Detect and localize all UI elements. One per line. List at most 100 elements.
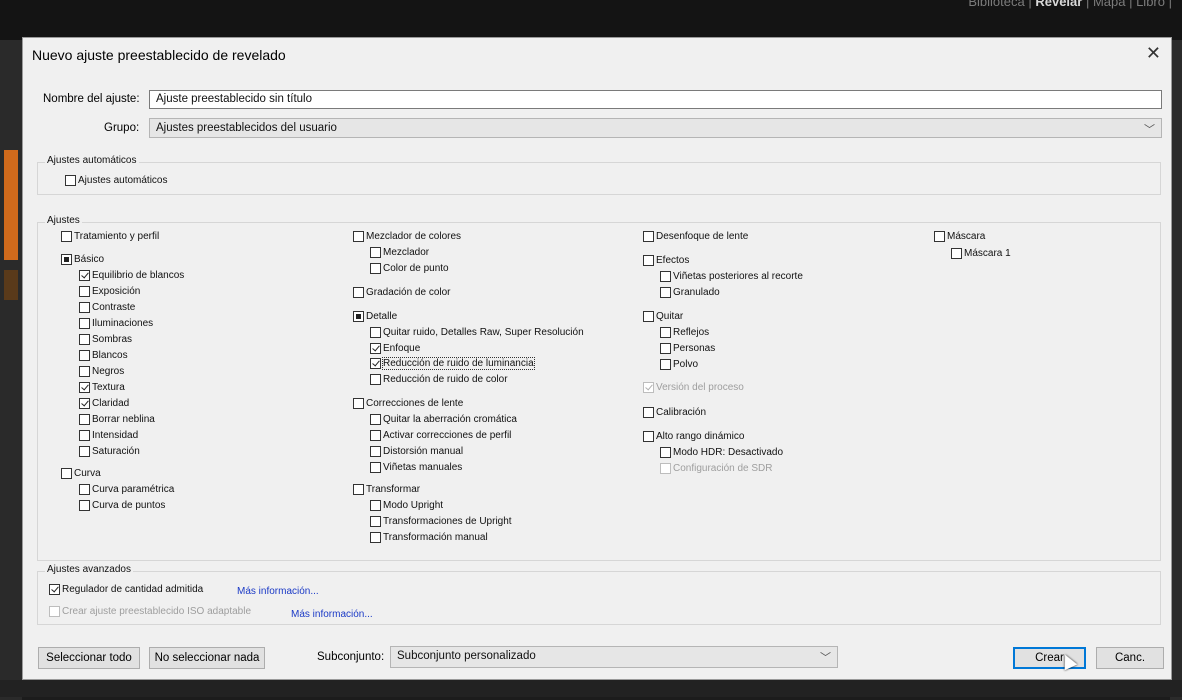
checkbox-box[interactable] xyxy=(370,247,381,258)
checkbox-grain[interactable]: Granulado xyxy=(660,287,720,298)
checkbox-amount-slider[interactable]: Regulador de cantidad admitida xyxy=(49,584,203,595)
checkbox-box[interactable] xyxy=(353,287,364,298)
checkbox-box[interactable] xyxy=(79,334,90,345)
checkbox-dust[interactable]: Polvo xyxy=(660,359,698,370)
checkbox-box[interactable] xyxy=(660,287,671,298)
checkbox-upright-mode[interactable]: Modo Upright xyxy=(370,500,443,511)
checkbox-box[interactable] xyxy=(370,500,381,511)
checkbox-box[interactable] xyxy=(643,255,654,266)
checkbox-box[interactable] xyxy=(660,343,671,354)
checkbox-white-balance[interactable]: Equilibrio de blancos xyxy=(79,270,184,281)
checkbox-chromatic-aberration[interactable]: Quitar la aberración cromática xyxy=(370,414,517,425)
checkbox-box[interactable] xyxy=(951,248,962,259)
checkbox-box[interactable] xyxy=(49,606,60,617)
checkbox-auto-settings[interactable]: Ajustes automáticos xyxy=(65,175,168,186)
checkbox-blacks[interactable]: Negros xyxy=(79,366,124,377)
checkbox-manual-vignetting[interactable]: Viñetas manuales xyxy=(370,462,462,473)
checkbox-box[interactable] xyxy=(79,398,90,409)
checkbox-mask-1[interactable]: Máscara 1 xyxy=(951,248,1011,259)
checkbox-box[interactable] xyxy=(370,263,381,274)
checkbox-whites[interactable]: Blancos xyxy=(79,350,128,361)
checkbox-box[interactable] xyxy=(370,430,381,441)
checkbox-profile-corrections[interactable]: Activar correcciones de perfil xyxy=(370,430,511,441)
checkbox-box[interactable] xyxy=(79,302,90,313)
checkbox-color-grading[interactable]: Gradación de color xyxy=(353,287,451,298)
select-none-button[interactable]: No seleccionar nada xyxy=(149,647,265,669)
cancel-button[interactable]: Canc. xyxy=(1096,647,1164,669)
checkbox-box[interactable] xyxy=(934,231,945,242)
checkbox-clarity[interactable]: Claridad xyxy=(79,398,129,409)
checkbox-texture[interactable]: Textura xyxy=(79,382,125,393)
checkbox-box[interactable] xyxy=(61,468,72,479)
checkbox-exposure[interactable]: Exposición xyxy=(79,286,140,297)
checkbox-lens-blur[interactable]: Desenfoque de lente xyxy=(643,231,748,242)
more-info-link-2[interactable]: Más información... xyxy=(291,609,373,620)
checkbox-box[interactable] xyxy=(79,446,90,457)
checkbox-dehaze[interactable]: Borrar neblina xyxy=(79,414,155,425)
checkbox-box[interactable] xyxy=(370,327,381,338)
checkbox-box[interactable] xyxy=(79,286,90,297)
checkbox-box[interactable] xyxy=(353,484,364,495)
checkbox-box[interactable] xyxy=(370,374,381,385)
checkbox-box[interactable] xyxy=(370,532,381,543)
checkbox-point-curve[interactable]: Curva de puntos xyxy=(79,500,165,511)
module-book[interactable]: Libro xyxy=(1136,0,1165,9)
checkbox-box[interactable] xyxy=(643,407,654,418)
checkbox-box[interactable] xyxy=(79,318,90,329)
checkbox-box[interactable] xyxy=(643,382,654,393)
checkbox-curve[interactable]: Curva xyxy=(61,468,101,479)
close-icon[interactable]: ✕ xyxy=(1146,43,1161,64)
checkbox-manual-transform[interactable]: Transformación manual xyxy=(370,532,488,543)
checkbox-highlights[interactable]: Iluminaciones xyxy=(79,318,153,329)
checkbox-parametric-curve[interactable]: Curva paramétrica xyxy=(79,484,174,495)
group-select[interactable]: Ajustes preestablecidos del usuario ﹀ xyxy=(149,118,1162,138)
checkbox-box[interactable] xyxy=(79,350,90,361)
checkbox-box[interactable] xyxy=(79,366,90,377)
module-develop[interactable]: Revelar xyxy=(1035,0,1082,9)
checkbox-box[interactable] xyxy=(370,516,381,527)
checkbox-effects[interactable]: Efectos xyxy=(643,255,689,266)
checkbox-box[interactable] xyxy=(61,254,72,265)
checkbox-box[interactable] xyxy=(660,359,671,370)
more-info-link-1[interactable]: Más información... xyxy=(237,586,319,597)
checkbox-box[interactable] xyxy=(660,463,671,474)
checkbox-lens-corrections[interactable]: Correcciones de lente xyxy=(353,398,463,409)
preset-name-input[interactable]: Ajuste preestablecido sin título xyxy=(149,90,1162,109)
checkbox-box[interactable] xyxy=(660,327,671,338)
checkbox-box[interactable] xyxy=(643,431,654,442)
checkbox-detail[interactable]: Detalle xyxy=(353,311,397,322)
checkbox-treatment-profile[interactable]: Tratamiento y perfil xyxy=(61,231,159,242)
checkbox-box[interactable] xyxy=(353,231,364,242)
checkbox-box[interactable] xyxy=(353,311,364,322)
checkbox-hdr[interactable]: Alto rango dinámico xyxy=(643,431,744,442)
checkbox-box[interactable] xyxy=(353,398,364,409)
checkbox-box[interactable] xyxy=(65,175,76,186)
select-all-button[interactable]: Seleccionar todo xyxy=(38,647,140,669)
module-library[interactable]: Biblioteca xyxy=(968,0,1024,9)
create-button[interactable]: Crear xyxy=(1013,647,1086,669)
checkbox-contrast[interactable]: Contraste xyxy=(79,302,135,313)
checkbox-sharpening[interactable]: Enfoque xyxy=(370,343,420,354)
checkbox-box[interactable] xyxy=(61,231,72,242)
checkbox-hdr-mode[interactable]: Modo HDR: Desactivado xyxy=(660,447,783,458)
checkbox-box[interactable] xyxy=(643,311,654,322)
checkbox-box[interactable] xyxy=(370,446,381,457)
checkbox-shadows[interactable]: Sombras xyxy=(79,334,132,345)
checkbox-box[interactable] xyxy=(370,414,381,425)
checkbox-color-mixer[interactable]: Mezclador de colores xyxy=(353,231,461,242)
checkbox-color-noise[interactable]: Reducción de ruido de color xyxy=(370,374,508,385)
checkbox-box[interactable] xyxy=(370,462,381,473)
checkbox-mask[interactable]: Máscara xyxy=(934,231,985,242)
checkbox-manual-distortion[interactable]: Distorsión manual xyxy=(370,446,463,457)
checkbox-transform[interactable]: Transformar xyxy=(353,484,420,495)
checkbox-mixer[interactable]: Mezclador xyxy=(370,247,429,258)
checkbox-box[interactable] xyxy=(79,414,90,425)
checkbox-upright-transforms[interactable]: Transformaciones de Upright xyxy=(370,516,512,527)
checkbox-remove[interactable]: Quitar xyxy=(643,311,683,322)
checkbox-vibrance[interactable]: Intensidad xyxy=(79,430,138,441)
checkbox-people[interactable]: Personas xyxy=(660,343,715,354)
checkbox-point-color[interactable]: Color de punto xyxy=(370,263,449,274)
checkbox-box[interactable] xyxy=(643,231,654,242)
subset-select[interactable]: Subconjunto personalizado ﹀ xyxy=(390,646,838,668)
checkbox-box[interactable] xyxy=(660,447,671,458)
